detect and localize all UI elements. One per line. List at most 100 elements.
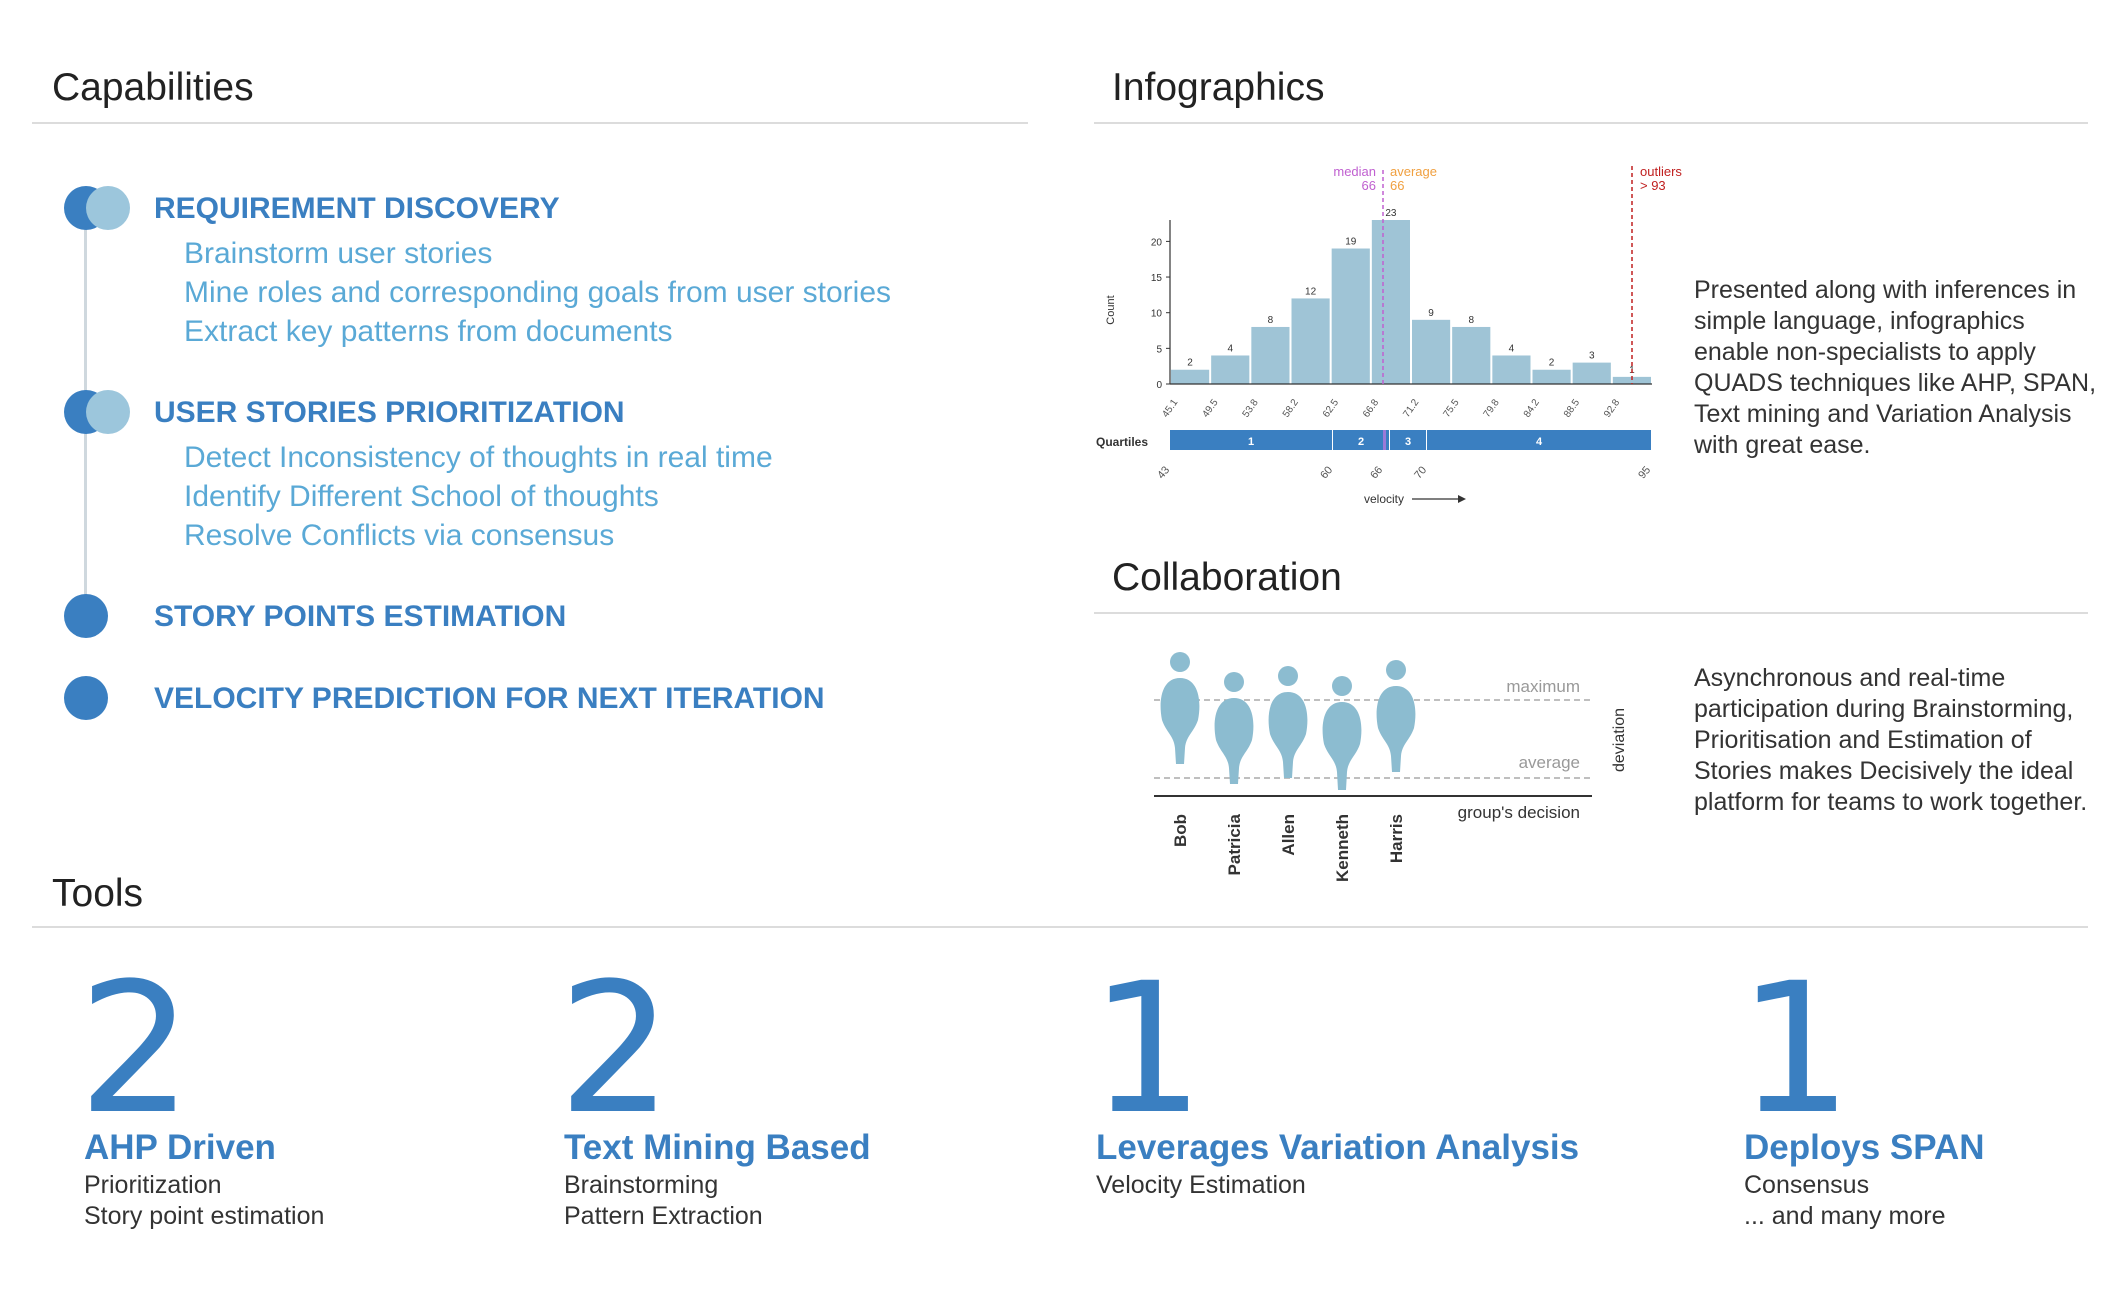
tool-title: Text Mining Based <box>564 1128 871 1167</box>
tool-title: AHP Driven <box>84 1128 276 1167</box>
capabilities-title: Capabilities <box>52 66 254 109</box>
bar-value-label: 19 <box>1345 237 1357 248</box>
quartile-name: 1 <box>1248 436 1254 448</box>
bar-value-label: 23 <box>1385 208 1397 219</box>
histogram-bar <box>1251 326 1290 384</box>
y-tick-label: 0 <box>1156 380 1162 391</box>
tool-count: 1 <box>1090 945 1205 1154</box>
tool-line: Story point estimation <box>84 1202 325 1230</box>
maximum-label: maximum <box>1506 677 1580 696</box>
tool-count: 2 <box>558 945 673 1154</box>
timeline-dot-overlap-icon <box>86 186 130 230</box>
capability-title: REQUIREMENT DISCOVERY <box>154 192 560 225</box>
y-tick-label: 15 <box>1151 273 1163 284</box>
x-tick-label: 58.2 <box>1281 397 1301 420</box>
quartile-tick: 60 <box>1318 464 1335 481</box>
x-axis-label: velocity <box>1364 492 1404 506</box>
collaboration-chart: maximum average deviation group's decisi… <box>1154 652 1628 882</box>
tool-line: Brainstorming <box>564 1171 719 1199</box>
quartile-tick: 66 <box>1368 464 1385 481</box>
quartile-tick: 43 <box>1155 464 1172 481</box>
person-name: Allen <box>1279 814 1298 856</box>
quartile-name: 4 <box>1536 436 1543 448</box>
timeline-dot-icon <box>64 594 108 638</box>
quartile-tick: 95 <box>1636 464 1653 481</box>
x-tick-label: 62.5 <box>1321 397 1341 420</box>
x-tick-label: 88.5 <box>1562 397 1582 420</box>
bar-value-label: 4 <box>1509 343 1515 354</box>
tool-line: Pattern Extraction <box>564 1202 763 1230</box>
collaboration-title: Collaboration <box>1112 556 1342 599</box>
x-tick-label: 49.5 <box>1200 397 1220 420</box>
bar-value-label: 8 <box>1468 315 1474 326</box>
x-tick-label: 45.1 <box>1160 397 1180 420</box>
tools-divider <box>32 926 2088 928</box>
x-tick-label: 79.8 <box>1482 397 1502 420</box>
capability-sub: Extract key patterns from documents <box>184 315 673 348</box>
collaboration-description: Asynchronous and real-time participation… <box>1694 664 2088 816</box>
capability-title: STORY POINTS ESTIMATION <box>154 600 567 633</box>
median-value: 66 <box>1362 178 1376 193</box>
y-tick-label: 5 <box>1156 344 1162 355</box>
x-tick-label: 92.8 <box>1602 397 1622 420</box>
infographics-title: Infographics <box>1112 66 1325 109</box>
capability-sub: Brainstorm user stories <box>184 237 493 270</box>
histogram-bar <box>1412 319 1451 384</box>
bar-value-label: 3 <box>1589 351 1595 362</box>
x-tick-label: 75.5 <box>1441 397 1461 420</box>
y-tick-label: 10 <box>1151 309 1163 320</box>
capability-title: VELOCITY PREDICTION FOR NEXT ITERATION <box>154 682 825 715</box>
capabilities-divider <box>32 122 1028 124</box>
infographics-divider <box>1094 122 2088 124</box>
bar-value-label: 9 <box>1428 308 1434 319</box>
tool-line: ... and many more <box>1744 1202 1946 1230</box>
outliers-value: > 93 <box>1640 178 1666 193</box>
outliers-label: outliers <box>1640 164 1682 179</box>
person-name: Kenneth <box>1333 814 1352 882</box>
x-tick-label: 84.2 <box>1522 397 1542 420</box>
quartile-name: 2 <box>1358 436 1364 448</box>
histogram-bar <box>1371 220 1410 384</box>
person-name: Bob <box>1171 814 1190 847</box>
person-name: Patricia <box>1225 813 1244 875</box>
capability-sub: Detect Inconsistency of thoughts in real… <box>184 441 773 474</box>
average-label: average <box>1390 164 1437 179</box>
capability-title: USER STORIES PRIORITIZATION <box>154 396 625 429</box>
person-name: Harris <box>1387 814 1406 863</box>
tool-count: 2 <box>78 945 193 1154</box>
x-tick-label: 66.8 <box>1361 397 1381 420</box>
tool-title: Deploys SPAN <box>1744 1128 1985 1167</box>
x-tick-label: 53.8 <box>1241 397 1261 420</box>
average-label: average <box>1519 753 1580 772</box>
quartile-tick: 70 <box>1412 464 1429 481</box>
median-label: median <box>1333 164 1376 179</box>
bar-value-label: 2 <box>1187 358 1193 369</box>
tools-title: Tools <box>52 872 144 915</box>
tool-line: Velocity Estimation <box>1096 1171 1306 1199</box>
histogram-bar <box>1492 355 1531 384</box>
histogram-bar <box>1211 355 1250 384</box>
y-axis-label: Count <box>1105 295 1117 324</box>
arrow-head-icon <box>1458 495 1466 503</box>
capability-sub: Resolve Conflicts via consensus <box>184 519 615 552</box>
capability-sub: Mine roles and corresponding goals from … <box>184 276 892 309</box>
tool-line: Consensus <box>1744 1171 1870 1199</box>
capability-sub: Identify Different School of thoughts <box>184 480 659 513</box>
infographics-description: Presented along with inferences in simpl… <box>1694 276 2097 459</box>
histogram-bar <box>1452 326 1491 384</box>
person-icon <box>1160 652 1200 764</box>
histogram-bar <box>1291 298 1330 384</box>
quartile-median-marker <box>1383 430 1386 450</box>
histogram-bar <box>1572 362 1611 384</box>
y-tick-label: 20 <box>1151 237 1163 248</box>
bar-value-label: 12 <box>1305 286 1317 297</box>
timeline-dot-overlap-icon <box>86 390 130 434</box>
bar-value-label: 8 <box>1268 315 1274 326</box>
histogram-bar <box>1331 248 1370 384</box>
person-icon <box>1376 660 1416 772</box>
tool-line: Prioritization <box>84 1171 222 1199</box>
bar-value-label: 2 <box>1549 358 1555 369</box>
histogram-chart: 0 5 10 15 20 45.1 49.5 53.8 58.2 62.5 66.8 71.2 75.… <box>1096 164 1682 506</box>
histogram-bar <box>1532 369 1571 384</box>
tool-title: Leverages Variation Analysis <box>1096 1128 1580 1167</box>
